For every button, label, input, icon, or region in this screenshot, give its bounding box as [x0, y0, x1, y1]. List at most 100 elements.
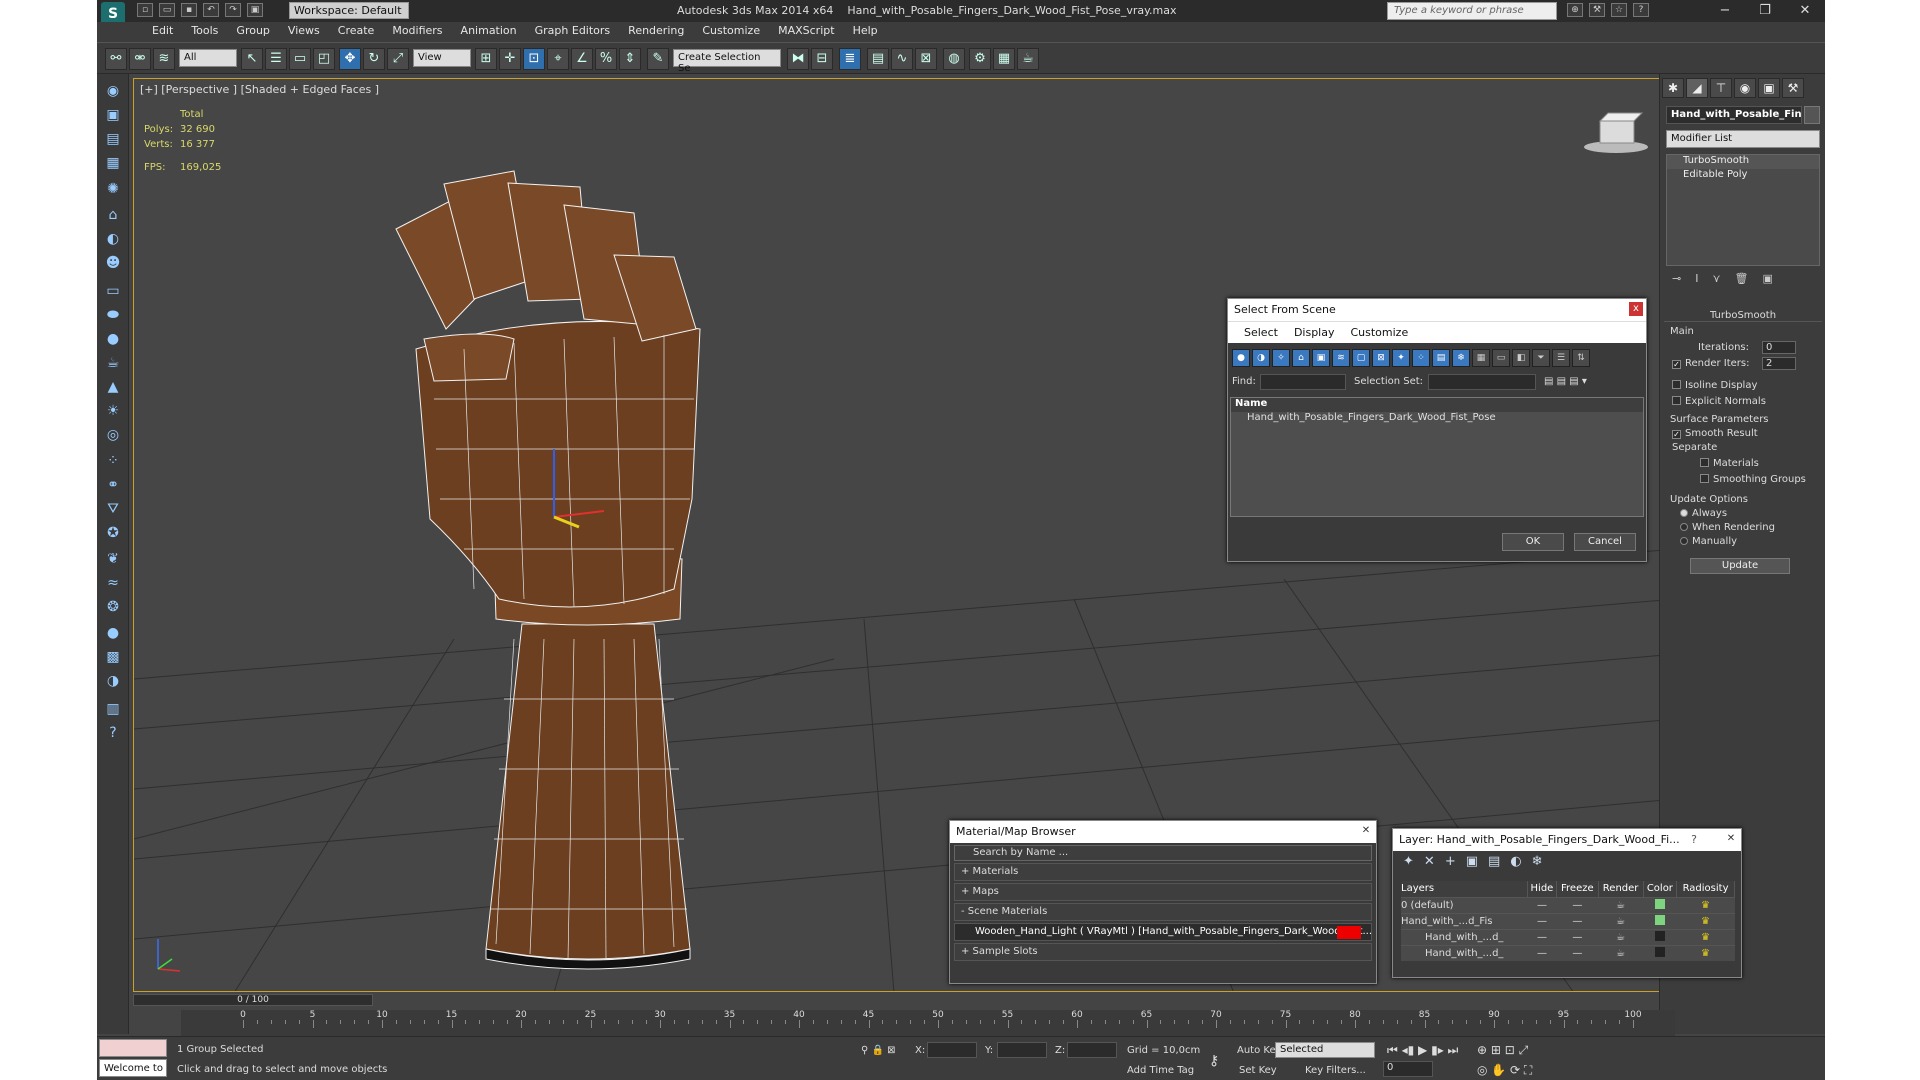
communication-center-icon[interactable]: ⚒ [1589, 3, 1605, 17]
set-key-button[interactable]: Set Key [1239, 1065, 1277, 1076]
color-swatch[interactable] [1643, 928, 1677, 945]
menu-animation[interactable]: Animation [452, 22, 526, 42]
layer-name[interactable]: Hand_with_...d_ [1401, 944, 1528, 961]
lock-selection-icon[interactable]: ⚲ 🔒 ⊠ [861, 1045, 896, 1056]
make-unique-icon[interactable]: ⋎ [1712, 272, 1720, 290]
align-icon[interactable]: ⊟ [811, 48, 833, 70]
select-and-rotate-icon[interactable]: ↻ [363, 48, 385, 70]
select-and-move-icon[interactable]: ✥ [339, 48, 361, 70]
select-manipulate-icon[interactable]: ✛ [499, 48, 521, 70]
smoothing-groups-checkbox[interactable] [1700, 474, 1709, 483]
bind-space-warp-icon[interactable]: ≋ [153, 48, 175, 70]
material-item[interactable]: Wooden_Hand_Light ( VRayMtl ) [Hand_with… [954, 923, 1372, 941]
filter-particles-icon[interactable]: ⁘ [1412, 349, 1430, 367]
helper-icon[interactable]: ◐ [102, 228, 124, 250]
material-editor-icon[interactable]: ◍ [943, 48, 965, 70]
sphere-icon[interactable]: ● [102, 328, 124, 350]
uvw-icon[interactable]: ▩ [102, 646, 124, 668]
menu-help[interactable]: Help [844, 22, 887, 42]
col-render[interactable]: Render [1598, 881, 1644, 897]
track-bar[interactable]: 0 5 10 15 20 25 30 35 40 45 50 55 60 65 70 75 80 85 90 95 10… [181, 1010, 1675, 1036]
render-iters-spinner[interactable]: 2 [1762, 357, 1796, 370]
cancel-button[interactable]: Cancel [1574, 533, 1636, 551]
add-time-tag[interactable]: Add Time Tag [1127, 1065, 1194, 1076]
environment-icon[interactable]: ◑ [102, 670, 124, 692]
plane-icon[interactable]: ⬬ [102, 304, 124, 326]
filter-containers-icon[interactable]: ▤ [1432, 349, 1450, 367]
filter-list-icon[interactable]: ☰ [1552, 349, 1570, 367]
menu-select[interactable]: Select [1236, 322, 1286, 343]
render-teapot-icon[interactable]: ☕ [1598, 944, 1644, 961]
isoline-checkbox[interactable] [1672, 380, 1681, 389]
select-object-icon[interactable]: ↖ [241, 48, 263, 70]
pin-stack-icon[interactable]: ⊸ [1672, 272, 1681, 290]
link-icon[interactable]: ⚯ [105, 48, 127, 70]
render-iters-checkbox[interactable]: ✓ [1672, 360, 1681, 369]
table-row[interactable]: 0 (default) — — ☕ ♛ [1401, 896, 1735, 913]
object-name-field[interactable]: Hand_with_Posable_Fing [1666, 106, 1802, 124]
wooden-hand-model[interactable] [395, 170, 701, 970]
reference-coordinate-dropdown[interactable]: View [413, 49, 471, 67]
hierarchy-tab-icon[interactable]: ⊤ [1710, 78, 1732, 98]
key-filters-button[interactable]: Key Filters... [1305, 1065, 1366, 1076]
utilities-tab-icon[interactable]: ⚒ [1782, 78, 1804, 98]
layer-name[interactable]: 0 (default) [1401, 896, 1528, 913]
redo-icon[interactable]: ↷ [225, 3, 241, 17]
close-icon[interactable]: ✕ [1724, 832, 1738, 846]
people-icon[interactable]: ☻ [102, 252, 124, 274]
filter-xrefs-icon[interactable]: ⊠ [1372, 349, 1390, 367]
motion-tab-icon[interactable]: ◉ [1734, 78, 1756, 98]
maximize-icon[interactable]: ❐ [1745, 0, 1785, 22]
freeze-toggle[interactable]: — [1556, 896, 1599, 913]
filter-spacewarps-icon[interactable]: ≋ [1332, 349, 1350, 367]
viewport-nav-icons-2[interactable]: ◎ ✋ ⟳ ⛶ [1477, 1063, 1532, 1078]
selection-set-dropdown[interactable] [1428, 374, 1536, 390]
delete-layer-icon[interactable]: ✕ [1424, 854, 1435, 870]
filter-helpers-icon[interactable]: ▣ [1312, 349, 1330, 367]
globe-icon[interactable]: ✪ [102, 522, 124, 544]
render-icon[interactable]: ▣ [102, 104, 124, 126]
menu-tools[interactable]: Tools [182, 22, 227, 42]
unlink-icon[interactable]: ⚮ [129, 48, 151, 70]
select-layer-objects-icon[interactable]: ▣ [1466, 854, 1478, 870]
material-sphere-icon[interactable]: ● [102, 622, 124, 644]
help-icon[interactable]: ? [1633, 3, 1649, 17]
freeze-all-icon[interactable]: ❄ [1532, 854, 1543, 870]
configure-sets-icon[interactable]: ▣ [1763, 272, 1773, 290]
layer-name[interactable]: Hand_with_...d_ [1401, 928, 1528, 945]
filter-lights-icon[interactable]: ✧ [1272, 349, 1290, 367]
filter-shapes-icon[interactable]: ◑ [1252, 349, 1270, 367]
color-swatch[interactable] [1643, 944, 1677, 961]
hair-icon[interactable]: ≈ [102, 572, 124, 594]
stack-item-turbosmooth[interactable]: TurboSmooth [1667, 155, 1819, 169]
highlight-layer-icon[interactable]: ▤ [1488, 854, 1500, 870]
materials-section[interactable]: + Materials [954, 863, 1372, 881]
col-layers[interactable]: Layers [1401, 881, 1528, 897]
playback-controls-icon[interactable]: ⏮ ◂▮ ▶ ▮▸ ⏭ [1387, 1043, 1458, 1058]
table-row[interactable]: Hand_with_...d_ — — ☕ ♛ [1401, 944, 1735, 961]
ok-button[interactable]: OK [1502, 533, 1564, 551]
undo-icon[interactable]: ↶ [203, 3, 219, 17]
show-end-result-icon[interactable]: Ⅰ [1695, 272, 1698, 290]
find-input[interactable] [1260, 374, 1346, 390]
turbosmooth-rollout-header[interactable]: TurboSmooth [1664, 310, 1822, 322]
menu-display[interactable]: Display [1286, 322, 1343, 343]
menu-edit[interactable]: Edit [143, 22, 182, 42]
particles-icon[interactable]: ⁘ [102, 450, 124, 472]
hide-toggle[interactable]: — [1527, 896, 1557, 913]
render-teapot-icon[interactable]: ☕ [1598, 896, 1644, 913]
maxscript-listener-input[interactable]: Welcome to M [99, 1059, 167, 1077]
color-swatch[interactable] [1643, 912, 1677, 929]
curve-editor-icon[interactable]: ∿ [891, 48, 913, 70]
explicit-normals-checkbox[interactable] [1672, 396, 1681, 405]
iterations-spinner[interactable]: 0 [1762, 341, 1796, 354]
materials-checkbox[interactable] [1700, 458, 1709, 467]
close-icon[interactable]: x [1629, 302, 1643, 316]
y-coordinate-field[interactable] [997, 1042, 1047, 1058]
remove-modifier-icon[interactable]: 🗑 [1735, 272, 1749, 290]
layer-manager-icon[interactable]: ≣ [839, 48, 861, 70]
grid-icon[interactable]: ▦ [102, 152, 124, 174]
filter-cameras-icon[interactable]: ⌂ [1292, 349, 1310, 367]
close-icon[interactable]: ✕ [1359, 824, 1373, 838]
menu-maxscript[interactable]: MAXScript [769, 22, 843, 42]
